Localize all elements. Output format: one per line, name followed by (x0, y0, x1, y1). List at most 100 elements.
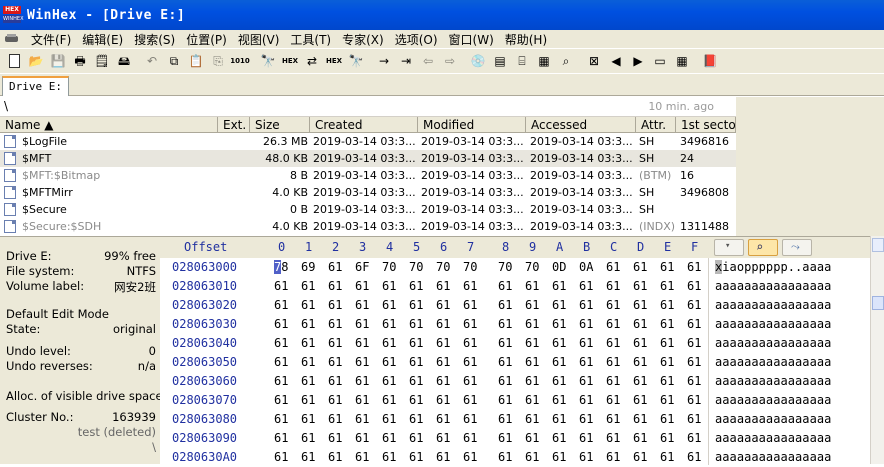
hex-byte[interactable]: 61 (498, 296, 512, 315)
zoom-icon[interactable]: ⊠ (583, 51, 605, 71)
hex-byte[interactable]: 61 (382, 277, 396, 296)
hex-byte[interactable]: 61 (328, 334, 342, 353)
hex-byte[interactable]: 61 (301, 296, 315, 315)
hex-byte[interactable]: 61 (409, 372, 423, 391)
hex-row[interactable]: 028063030 61 61 61 61 61 61 61 61 61 61 61 61 61 61 61 6… (160, 315, 870, 334)
menu-options[interactable]: 选项(O) (390, 31, 444, 48)
hex-byte[interactable]: 61 (355, 353, 369, 372)
hex-byte[interactable]: 6F (355, 258, 369, 277)
hex-byte[interactable]: 61 (463, 391, 477, 410)
hex-row[interactable]: 028063080 61 61 61 61 61 61 61 61 61 61 61 61 61 61 61 6… (160, 410, 870, 429)
hex-byte[interactable]: 61 (525, 391, 539, 410)
hex-byte[interactable]: 61 (606, 315, 620, 334)
hex-byte[interactable]: 61 (463, 277, 477, 296)
hex-byte[interactable]: 61 (328, 315, 342, 334)
hex-byte[interactable]: 61 (274, 391, 288, 410)
hex-byte[interactable]: 61 (687, 372, 701, 391)
hex-byte[interactable]: 61 (301, 410, 315, 429)
hex-row[interactable]: 028063060 61 61 61 61 61 61 61 61 61 61 61 61 61 61 61 6… (160, 372, 870, 391)
ascii-text[interactable]: aaaaaaaaaaaaaaaa (715, 353, 831, 372)
hex-byte[interactable]: 61 (525, 296, 539, 315)
tab-drive-e[interactable]: Drive E: (2, 76, 69, 96)
hex-byte[interactable]: 61 (633, 296, 647, 315)
hex-byte[interactable]: 61 (633, 258, 647, 277)
hex-byte[interactable]: 61 (382, 334, 396, 353)
hex-byte[interactable]: 61 (328, 296, 342, 315)
hex-byte[interactable]: 61 (355, 391, 369, 410)
hex-byte[interactable]: 61 (660, 258, 674, 277)
ascii-text[interactable]: aaaaaaaaaaaaaaaa (715, 315, 831, 334)
hex-byte[interactable]: 61 (606, 448, 620, 467)
hex-byte[interactable]: 61 (687, 429, 701, 448)
hex-byte[interactable]: 61 (274, 334, 288, 353)
hex-byte[interactable]: 61 (274, 372, 288, 391)
hex-byte[interactable]: 61 (633, 277, 647, 296)
hex-byte[interactable]: 61 (579, 410, 593, 429)
hex-byte[interactable]: 61 (579, 391, 593, 410)
hex-byte[interactable]: 61 (436, 353, 450, 372)
hex-byte[interactable]: 61 (552, 296, 566, 315)
hex-byte[interactable]: 61 (382, 353, 396, 372)
hex-byte[interactable]: 61 (498, 334, 512, 353)
ascii-text[interactable]: aaaaaaaaaaaaaaaa (715, 448, 831, 467)
ascii-text[interactable]: xiaopppppp..aaaa (715, 258, 831, 277)
hex-byte[interactable]: 61 (660, 353, 674, 372)
column-created[interactable]: Created (310, 117, 418, 133)
hex-byte[interactable]: 61 (498, 429, 512, 448)
hex-byte[interactable]: 61 (301, 353, 315, 372)
hex-byte[interactable]: 61 (436, 448, 450, 467)
hex-byte[interactable]: 61 (355, 372, 369, 391)
hex-row[interactable]: 028063070 61 61 61 61 61 61 61 61 61 61 61 61 61 61 61 6… (160, 391, 870, 410)
forward-icon[interactable]: ⇨ (439, 51, 461, 71)
hex-byte[interactable]: 70 (382, 258, 396, 277)
hex-byte[interactable]: 61 (552, 315, 566, 334)
hex-byte[interactable]: 61 (687, 334, 701, 353)
hex-byte[interactable]: 61 (328, 277, 342, 296)
goto-sector-icon[interactable]: ⇥ (395, 51, 417, 71)
hex-byte[interactable]: 61 (687, 315, 701, 334)
hex-byte[interactable]: 61 (301, 334, 315, 353)
hex-byte[interactable]: 61 (436, 410, 450, 429)
hex-byte[interactable]: 61 (328, 258, 342, 277)
hex-byte[interactable]: 61 (328, 353, 342, 372)
open-disk-icon[interactable]: 🖴 (113, 51, 135, 71)
hex-byte[interactable]: 61 (274, 353, 288, 372)
hex-byte[interactable]: 61 (606, 391, 620, 410)
hex-byte[interactable]: 61 (382, 315, 396, 334)
hex-byte[interactable]: 61 (355, 277, 369, 296)
next-icon[interactable]: ▶ (627, 51, 649, 71)
hex-byte[interactable]: 61 (463, 334, 477, 353)
hex-byte[interactable]: 61 (328, 391, 342, 410)
hex-byte[interactable]: 61 (525, 372, 539, 391)
hex-byte[interactable]: 61 (687, 258, 701, 277)
hex-byte[interactable]: 61 (498, 448, 512, 467)
ascii-text[interactable]: aaaaaaaaaaaaaaaa (715, 410, 831, 429)
hex-byte[interactable]: 61 (436, 334, 450, 353)
table-row[interactable]: $Secure:$SDH 4.0 KB 2019-03-14 03:3... 2019… (0, 218, 736, 235)
hex-byte[interactable]: 61 (301, 372, 315, 391)
hex-byte[interactable]: 61 (436, 372, 450, 391)
hex-byte[interactable]: 61 (463, 353, 477, 372)
hex-byte[interactable]: 61 (606, 258, 620, 277)
hex-byte[interactable]: 61 (660, 372, 674, 391)
hex-byte[interactable]: 61 (579, 353, 593, 372)
hex-byte[interactable]: 61 (660, 429, 674, 448)
hex-byte[interactable]: 61 (606, 353, 620, 372)
hex-byte[interactable]: 61 (606, 410, 620, 429)
hex-byte[interactable]: 61 (382, 429, 396, 448)
hex-byte[interactable]: 61 (579, 334, 593, 353)
hex-byte[interactable]: 0A (579, 258, 593, 277)
hex-byte[interactable]: 61 (633, 353, 647, 372)
hex-byte[interactable]: 61 (687, 410, 701, 429)
hex-byte[interactable]: 61 (525, 277, 539, 296)
hex-byte[interactable]: 61 (463, 448, 477, 467)
hex-byte[interactable]: 61 (552, 410, 566, 429)
hex-byte[interactable]: 70 (409, 258, 423, 277)
hex-byte[interactable]: 61 (274, 315, 288, 334)
hex-byte[interactable]: 61 (463, 410, 477, 429)
hex-byte[interactable]: 61 (498, 391, 512, 410)
column-accessed[interactable]: Accessed (526, 117, 636, 133)
hex-byte[interactable]: 61 (660, 448, 674, 467)
table-row[interactable]: $MFTMirr 4.0 KB 2019-03-14 03:3... 2019-03-… (0, 184, 736, 201)
book-icon[interactable]: 📕 (699, 51, 721, 71)
